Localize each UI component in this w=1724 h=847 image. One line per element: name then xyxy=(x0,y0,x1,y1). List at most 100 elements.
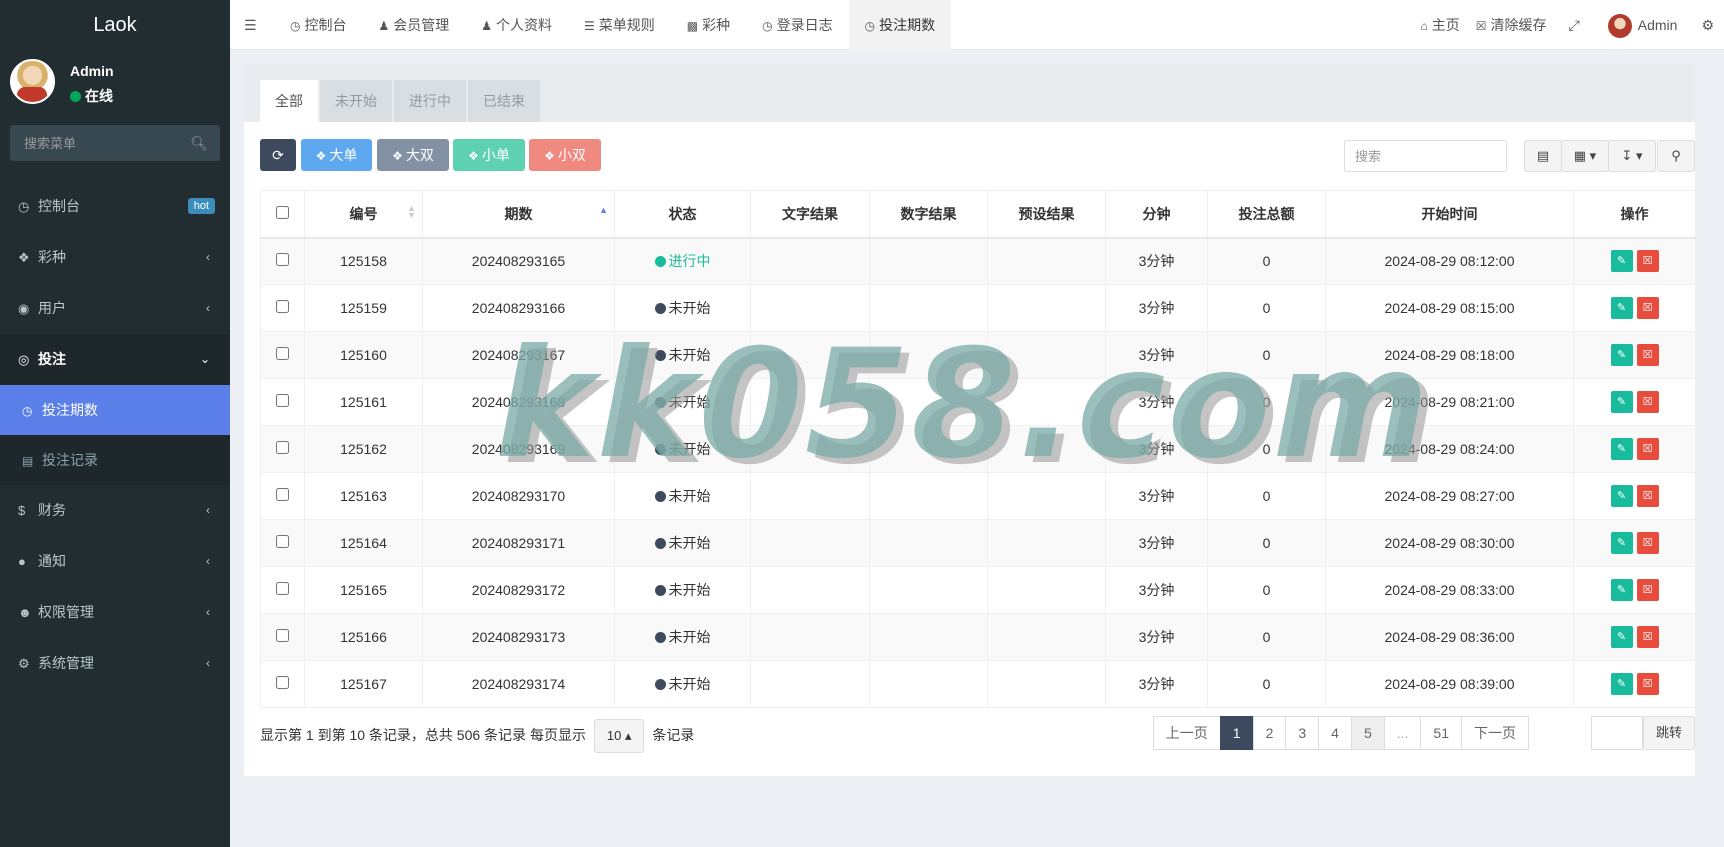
fullscreen-icon[interactable]: ⤢ xyxy=(1555,0,1594,50)
edit-icon[interactable]: ✎ xyxy=(1610,344,1633,366)
clear-cache-button[interactable]: ☒ 清除缓存 xyxy=(1468,0,1555,50)
row-checkbox[interactable] xyxy=(276,488,289,501)
cell-text-result xyxy=(750,284,870,332)
edit-icon[interactable]: ✎ xyxy=(1610,438,1633,460)
row-checkbox[interactable] xyxy=(276,347,289,360)
cell-id: 125165 xyxy=(304,566,423,614)
page-button[interactable]: 1 xyxy=(1219,716,1254,750)
small-single-button[interactable]: ❖ 小单 xyxy=(453,139,525,171)
delete-icon[interactable]: ☒ xyxy=(1636,297,1659,319)
delete-icon[interactable]: ☒ xyxy=(1636,438,1659,460)
page-button[interactable]: 4 xyxy=(1318,716,1352,750)
row-checkbox[interactable] xyxy=(276,394,289,407)
cell-number-result xyxy=(869,331,988,379)
table-search-input[interactable] xyxy=(1344,140,1507,172)
menu-search-input[interactable] xyxy=(10,125,220,161)
next-page-button[interactable]: 下一页 xyxy=(1461,716,1529,750)
columns-button[interactable]: ▦ ▾ xyxy=(1561,140,1609,172)
delete-icon[interactable]: ☒ xyxy=(1636,532,1659,554)
tab-login-log[interactable]: ◷ 登录日志 xyxy=(746,0,848,50)
row-checkbox[interactable] xyxy=(276,629,289,642)
sidebar-item-bet-records[interactable]: ▤ 投注记录 xyxy=(0,435,230,485)
settings-icon[interactable]: ⚙ xyxy=(1691,0,1724,50)
comment-icon: ● xyxy=(18,554,26,569)
search-button[interactable]: ⚲ xyxy=(1657,140,1695,172)
sidebar-item-user[interactable]: ◉ 用户 ‹ xyxy=(0,283,230,334)
select-all-checkbox[interactable] xyxy=(276,205,289,219)
row-checkbox[interactable] xyxy=(276,676,289,689)
delete-icon[interactable]: ☒ xyxy=(1636,250,1659,273)
sidebar-item-bet-periods[interactable]: ◷ 投注期数 xyxy=(0,385,230,435)
cell-actions: ✎ ☒ xyxy=(1573,519,1696,567)
filter-tab-in-progress[interactable]: 进行中 xyxy=(394,80,466,122)
filter-tab-all[interactable]: 全部 xyxy=(260,80,318,122)
page-button[interactable]: 3 xyxy=(1285,716,1320,750)
edit-icon[interactable]: ✎ xyxy=(1610,297,1633,319)
filter-tab-ended[interactable]: 已结束 xyxy=(468,80,540,122)
tab-lottery[interactable]: ▩ 彩种 xyxy=(671,0,746,50)
page-button[interactable]: 2 xyxy=(1252,716,1287,750)
big-single-button[interactable]: ❖ 大单 xyxy=(301,139,372,171)
sidebar-item-bet[interactable]: ◎ 投注 ⌄ xyxy=(0,334,230,385)
row-checkbox[interactable] xyxy=(276,441,289,454)
user-menu[interactable]: Admin xyxy=(1594,0,1692,50)
delete-icon[interactable]: ☒ xyxy=(1636,626,1659,648)
delete-icon[interactable]: ☒ xyxy=(1636,391,1659,413)
row-checkbox[interactable] xyxy=(276,582,289,595)
sidebar-item-finance[interactable]: $ 财务 ‹ xyxy=(0,485,230,536)
column-header-period[interactable]: 期数 ▲ xyxy=(422,190,615,239)
tab-bet-periods[interactable]: ◷ 投注期数 xyxy=(848,0,952,50)
app-logo[interactable]: Laok xyxy=(0,0,230,50)
jump-button[interactable]: 跳转 xyxy=(1643,716,1695,750)
sidebar-item-lottery[interactable]: ❖ 彩种 ‹ xyxy=(0,232,230,283)
cell-total: 0 xyxy=(1207,284,1326,332)
cube-icon: ▩ xyxy=(686,19,699,33)
delete-icon[interactable]: ☒ xyxy=(1636,344,1659,366)
edit-icon[interactable]: ✎ xyxy=(1610,673,1633,695)
export-button[interactable]: ↧ ▾ xyxy=(1608,140,1656,172)
menu-toggle-icon[interactable]: ☰ xyxy=(230,0,274,50)
page-size-select[interactable]: 10 ▴ xyxy=(593,719,645,753)
page-button[interactable]: 5 xyxy=(1350,716,1385,750)
delete-icon[interactable]: ☒ xyxy=(1636,485,1659,507)
jump-page-input[interactable] xyxy=(1591,716,1643,750)
prev-page-button[interactable]: 上一页 xyxy=(1152,716,1221,750)
edit-icon[interactable]: ✎ xyxy=(1610,626,1633,648)
filter-tab-not-started[interactable]: 未开始 xyxy=(320,80,392,122)
search-icon[interactable]: 🔍︎ xyxy=(190,135,208,152)
sidebar-item-auth[interactable]: ☻ 权限管理 ‹ xyxy=(0,587,230,638)
sidebar-item-system[interactable]: ⚙ 系统管理 ‹ xyxy=(0,638,230,689)
toggle-view-button[interactable]: ▤ xyxy=(1524,140,1562,172)
delete-icon[interactable]: ☒ xyxy=(1636,673,1659,695)
table-row: 125166 202408293173 未开始 3分钟 0 2024-08-29… xyxy=(260,613,1696,661)
edit-icon[interactable]: ✎ xyxy=(1610,485,1633,507)
big-double-button[interactable]: ❖ 大双 xyxy=(377,139,449,171)
edit-icon[interactable]: ✎ xyxy=(1610,391,1633,413)
column-header-id[interactable]: 编号 ▲ ▼ xyxy=(304,190,423,239)
search-icon: ⚲ xyxy=(1671,148,1681,163)
eye-icon: ◎ xyxy=(18,352,30,367)
row-checkbox[interactable] xyxy=(276,253,289,267)
status-pending: 未开始 xyxy=(654,535,711,551)
home-link[interactable]: ⌂ 主页 xyxy=(1413,0,1468,50)
refresh-button[interactable]: ⟳ xyxy=(260,139,296,171)
edit-icon[interactable]: ✎ xyxy=(1610,532,1633,554)
row-checkbox[interactable] xyxy=(276,300,289,313)
edit-icon[interactable]: ✎ xyxy=(1610,250,1633,273)
sidebar-item-notice[interactable]: ● 通知 ‹ xyxy=(0,536,230,587)
tab-menu-rules[interactable]: ☰ 菜单规则 xyxy=(568,0,671,50)
page-button[interactable]: 51 xyxy=(1420,716,1462,750)
status-running: 进行中 xyxy=(654,253,711,269)
delete-icon[interactable]: ☒ xyxy=(1636,579,1659,601)
cell-actions: ✎ ☒ xyxy=(1573,284,1696,332)
row-checkbox[interactable] xyxy=(276,535,289,548)
tab-dashboard[interactable]: ◷ 控制台 xyxy=(274,0,362,50)
cell-period: 202408293166 xyxy=(422,284,615,332)
tab-profile[interactable]: ♟ 个人资料 xyxy=(465,0,568,50)
cell-preset-result xyxy=(987,519,1106,567)
cell-text-result xyxy=(750,566,870,614)
edit-icon[interactable]: ✎ xyxy=(1610,579,1633,601)
tab-members[interactable]: ♟ 会员管理 xyxy=(362,0,465,50)
small-double-button[interactable]: ❖ 小双 xyxy=(529,139,601,171)
sidebar-item-dashboard[interactable]: ◷ 控制台 hot xyxy=(0,181,230,232)
